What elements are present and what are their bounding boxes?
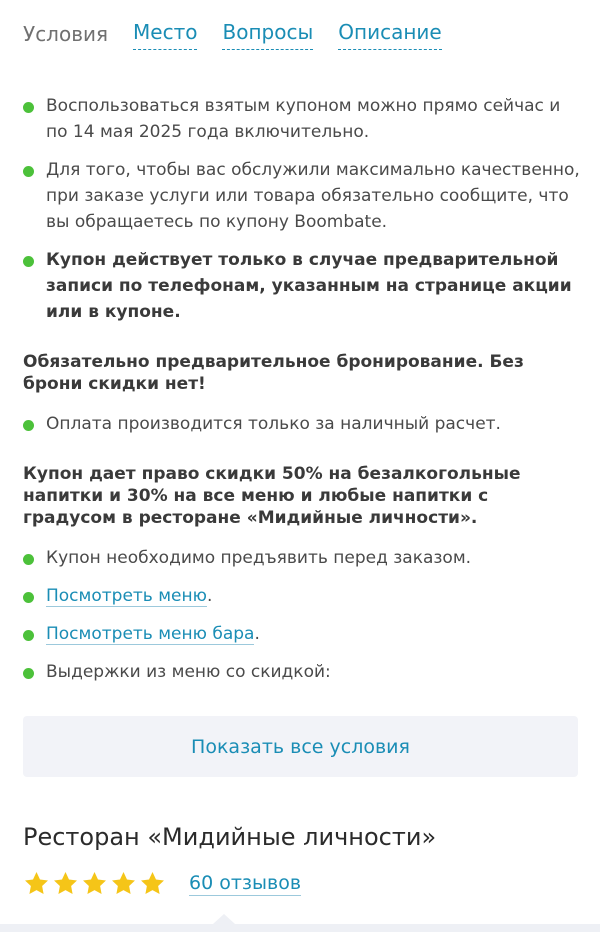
condition-item-bar-menu-link: Посмотреть меню бара. bbox=[23, 621, 583, 647]
condition-item-menu-excerpts: Выдержки из меню со скидкой: bbox=[23, 659, 583, 685]
tooltip-notch bbox=[213, 914, 235, 924]
tab-place[interactable]: Место bbox=[133, 18, 198, 50]
condition-item-validity: Воспользоваться взятым купоном можно пря… bbox=[23, 93, 583, 145]
star-icon bbox=[112, 872, 135, 894]
star-icon bbox=[25, 872, 48, 894]
view-menu-link[interactable]: Посмотреть меню bbox=[46, 586, 207, 607]
condition-item-booking: Купон действует только в случае предвари… bbox=[23, 247, 583, 325]
star-icon bbox=[141, 872, 164, 894]
tab-conditions[interactable]: Условия bbox=[23, 18, 108, 50]
tab-description[interactable]: Описание bbox=[338, 18, 442, 50]
tab-questions[interactable]: Вопросы bbox=[222, 18, 314, 50]
tabs-bar: Условия Место Вопросы Описание bbox=[23, 18, 467, 50]
star-icon bbox=[54, 872, 77, 894]
condition-item-mention-coupon: Для того, чтобы вас обслужили максимальн… bbox=[23, 157, 583, 235]
star-icon bbox=[83, 872, 106, 894]
conditions-list: Воспользоваться взятым купоном можно пря… bbox=[23, 93, 583, 697]
bottom-divider bbox=[0, 924, 600, 932]
reviews-link[interactable]: 60 отзывов bbox=[189, 871, 302, 896]
condition-note-discount: Купон дает право скидки 50% на безалкого… bbox=[23, 464, 521, 528]
condition-item-cash-only: Оплата производится только за наличный р… bbox=[23, 411, 583, 437]
restaurant-title: Ресторан «Мидийные личности» bbox=[23, 823, 437, 851]
view-bar-menu-link[interactable]: Посмотреть меню бара bbox=[46, 624, 255, 645]
rating-row: 60 отзывов bbox=[23, 870, 302, 897]
rating-stars bbox=[23, 870, 168, 897]
condition-item-menu-link: Посмотреть меню. bbox=[23, 583, 583, 609]
show-all-conditions-button[interactable]: Показать все условия bbox=[23, 716, 578, 777]
condition-item-show-coupon: Купон необходимо предъявить перед заказо… bbox=[23, 545, 583, 571]
condition-note-booking-required: Обязательно предварительное бронирование… bbox=[23, 352, 524, 394]
